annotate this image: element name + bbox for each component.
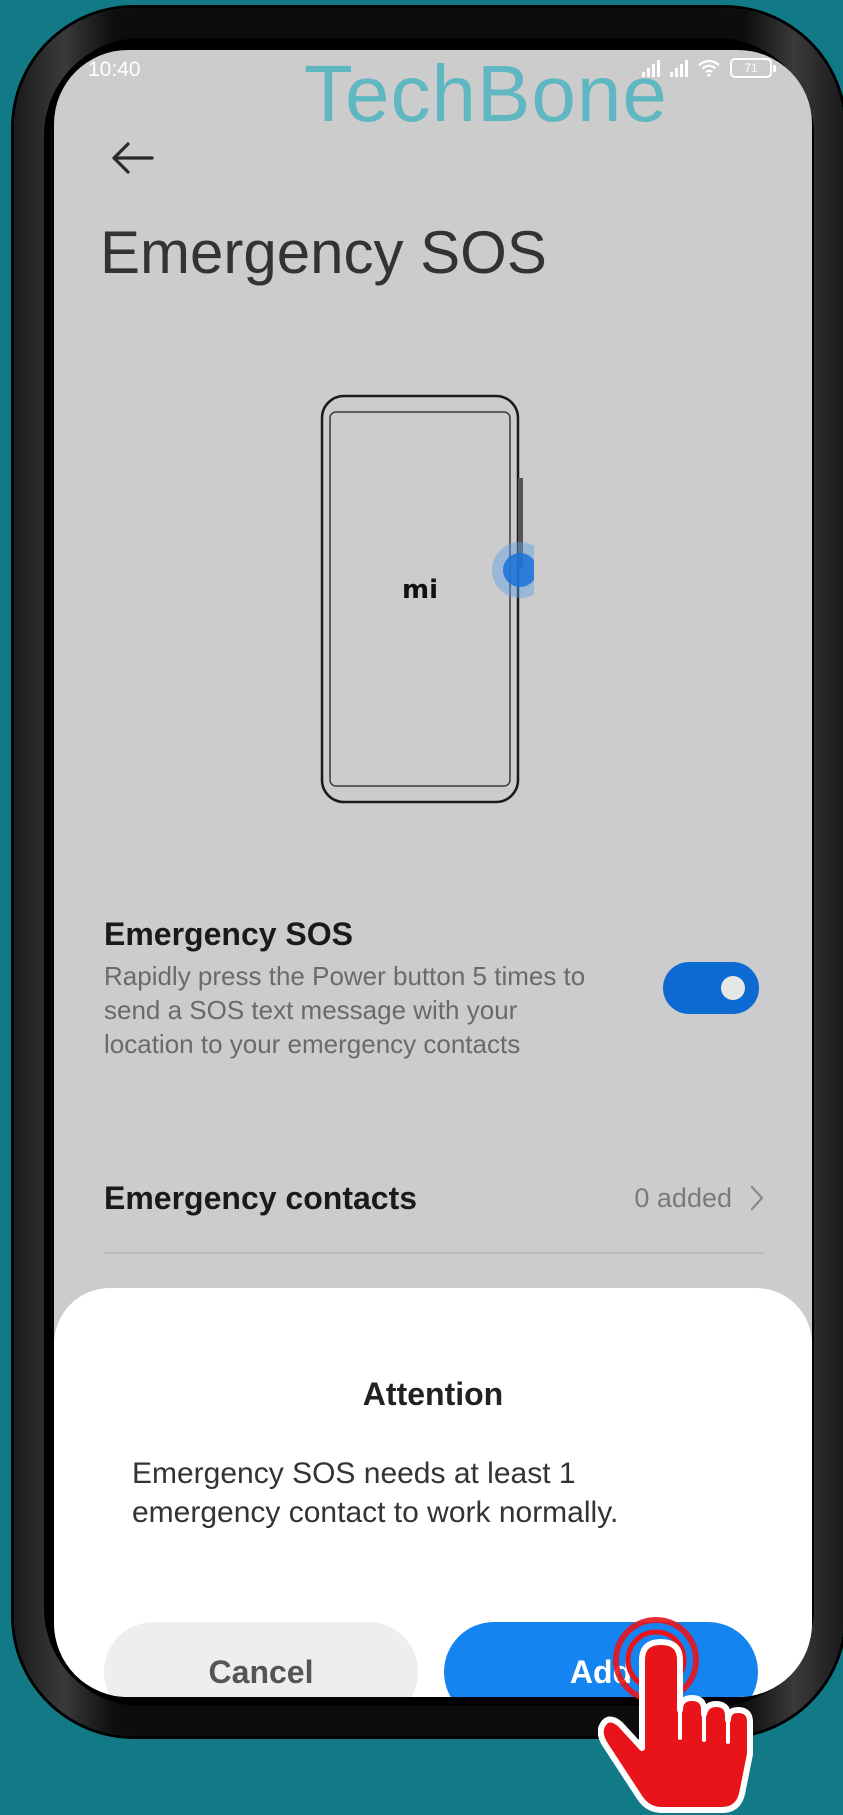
- dialog-title: Attention: [362, 1376, 504, 1412]
- emergency-sos-title: Emergency SOS: [104, 916, 353, 952]
- mi-logo-icon: mi: [402, 575, 438, 605]
- page-title: Emergency SOS: [100, 219, 547, 286]
- status-time: 10:40: [88, 58, 141, 81]
- back-button[interactable]: [104, 130, 160, 186]
- arrow-left-icon: [112, 142, 154, 174]
- divider: [104, 1252, 764, 1254]
- emergency-contacts-value-group: 0 added: [634, 1183, 764, 1214]
- signal-icon: [670, 59, 688, 77]
- emergency-sos-toggle[interactable]: [663, 962, 759, 1014]
- emergency-contacts-count: 0 added: [634, 1182, 732, 1213]
- dialog-message: Emergency SOS needs at least 1 emergency…: [132, 1457, 619, 1529]
- chevron-right-icon: [750, 1185, 764, 1211]
- phone-screen: 10:40 71 TechBone Emergency SOS mi Emerg…: [54, 50, 812, 1697]
- emergency-contacts-row[interactable]: Emergency contacts 0 added: [104, 1168, 764, 1228]
- toggle-knob: [721, 976, 745, 1000]
- cancel-button[interactable]: Cancel: [104, 1622, 418, 1697]
- wifi-icon: [698, 59, 720, 77]
- watermark-logo: TechBone: [304, 50, 668, 138]
- emergency-sos-description: Rapidly press the Power button 5 times t…: [104, 961, 586, 1059]
- battery-icon: 71: [730, 58, 776, 78]
- tap-pointer-hand-icon: [598, 1617, 753, 1813]
- emergency-contacts-title: Emergency contacts: [104, 1179, 418, 1216]
- phone-illustration: mi: [320, 394, 534, 804]
